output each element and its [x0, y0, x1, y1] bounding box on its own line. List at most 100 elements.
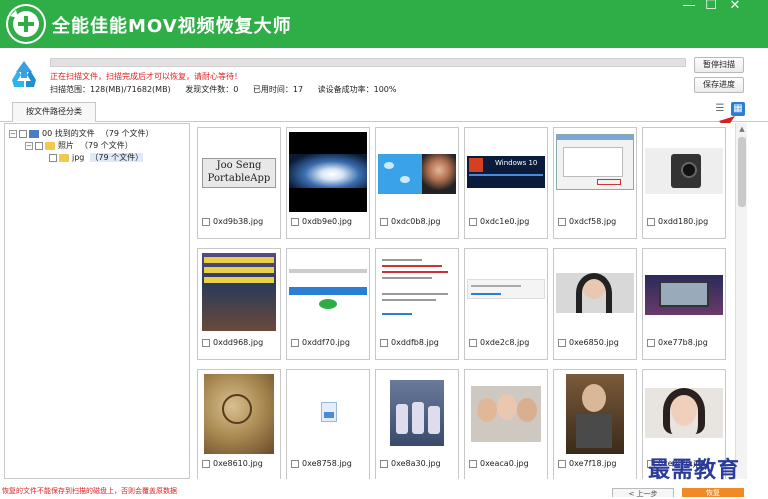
maximize-button[interactable]: ☐ [700, 0, 722, 14]
tree-node-jpg[interactable]: jpg （79 个文件） [49, 152, 144, 164]
file-checkbox[interactable] [469, 217, 477, 226]
scan-progress-fill [51, 59, 685, 66]
bottom-hint: 恢复的文件不能保存到扫描的磁盘上，否则会覆盖原数据 [2, 487, 177, 495]
thumbnail-old-map [200, 374, 278, 454]
file-checkbox[interactable] [291, 338, 299, 347]
bottom-bar: 恢复的文件不能保存到扫描的磁盘上，否则会覆盖原数据 < 上一步 恢复 [0, 486, 768, 498]
file-checkbox[interactable] [380, 459, 388, 468]
file-name: 0xdd968.jpg [213, 338, 264, 347]
file-name: 0xdc0b8.jpg [391, 217, 441, 226]
thumbnail-old-man [556, 374, 634, 454]
file-name: 0xddfb8.jpg [391, 338, 439, 347]
watermark: 最需教育 [648, 457, 741, 483]
scroll-thumb[interactable] [738, 137, 746, 207]
recycle-icon [12, 61, 36, 87]
file-card[interactable]: 0xdd180.jpg [642, 127, 726, 239]
read-success-text: 读设备成功率：100% [317, 85, 397, 94]
scroll-up-icon[interactable]: ▲ [736, 125, 748, 135]
file-checkbox[interactable] [291, 217, 299, 226]
scan-range-text: 扫描范围：128(MB)/71682(MB) [50, 85, 171, 94]
file-card[interactable]: Windows 10 0xdc1e0.jpg [464, 127, 548, 239]
file-card[interactable]: 0xe77b8.jpg [642, 248, 726, 360]
computer-icon [29, 129, 39, 138]
file-checkbox[interactable] [202, 217, 210, 226]
tab-strip: 按文件路径分类 ☰ ▦ [0, 98, 768, 122]
checkbox[interactable] [19, 129, 27, 138]
file-checkbox[interactable] [469, 338, 477, 347]
file-card[interactable]: 0xe6850.jpg [553, 248, 637, 360]
app-title: 全能佳能MOV视频恢复大师 [52, 16, 292, 37]
file-name: 0xd9b38.jpg [213, 217, 264, 226]
thumbnail-selfie [467, 374, 545, 454]
list-view-icon[interactable]: ☰ [713, 102, 727, 116]
collapse-icon[interactable]: − [25, 141, 33, 150]
file-card[interactable]: 0xddf70.jpg [286, 248, 370, 360]
file-name: 0xde2c8.jpg [480, 338, 530, 347]
file-card[interactable]: 0xdb9e0.jpg [286, 127, 370, 239]
file-card[interactable]: 0xe8610.jpg [197, 369, 281, 479]
thumbnail-blank-page [467, 253, 545, 333]
tab-by-file-path[interactable]: 按文件路径分类 [12, 102, 96, 122]
thumbnail-hurricane [289, 132, 367, 212]
thumbnail-twitter [378, 132, 456, 212]
thumbnail-laptop [645, 253, 723, 333]
file-card[interactable]: Joo Seng PortableApp 0xd9b38.jpg [197, 127, 281, 239]
file-name: 0xdc1e0.jpg [480, 217, 530, 226]
file-name: 0xeaca0.jpg [480, 459, 529, 468]
thumbnail-woman-face [645, 374, 723, 454]
pause-scan-button[interactable]: 暂停扫描 [694, 57, 744, 73]
thumbnail-camera [645, 132, 723, 212]
file-checkbox[interactable] [469, 459, 477, 468]
file-card[interactable]: 0xde2c8.jpg [464, 248, 548, 360]
grid-view-icon[interactable]: ▦ [731, 102, 745, 116]
minimize-button[interactable]: — [678, 0, 700, 14]
folder-icon [59, 153, 69, 162]
file-checkbox[interactable] [558, 217, 566, 226]
file-checkbox[interactable] [647, 217, 655, 226]
file-card[interactable]: 0xe8758.jpg [286, 369, 370, 479]
file-card[interactable]: 0xdc0b8.jpg [375, 127, 459, 239]
thumbnail-dialog [556, 132, 634, 212]
checkbox[interactable] [49, 153, 57, 162]
close-button[interactable]: ✕ [724, 0, 746, 14]
file-card[interactable]: 0xeaca0.jpg [464, 369, 548, 479]
file-checkbox[interactable] [202, 459, 210, 468]
tree-node-photos[interactable]: − 照片 （79 个文件） [25, 140, 133, 152]
vertical-scrollbar[interactable]: ▲ [735, 123, 747, 479]
thumbnail-joo-seng: Joo Seng PortableApp [200, 132, 278, 212]
scan-details: 扫描范围：128(MB)/71682(MB) 发现文件数：0 已用时间：17 读… [50, 84, 408, 95]
file-card[interactable]: 0xdd968.jpg [197, 248, 281, 360]
thumbnail-webpage [289, 253, 367, 333]
file-name: 0xe77b8.jpg [658, 338, 708, 347]
file-name: 0xe7f18.jpg [569, 459, 617, 468]
tree-node-root[interactable]: −00 找到的文件 （79 个文件） [9, 128, 153, 140]
back-button[interactable]: < 上一步 [612, 488, 674, 498]
title-bar: 全能佳能MOV视频恢复大师 — ☐ ✕ [0, 0, 768, 48]
save-progress-button[interactable]: 保存进度 [694, 77, 744, 93]
folder-icon [45, 141, 55, 150]
thumbnail-text-document [378, 253, 456, 333]
file-checkbox[interactable] [647, 338, 655, 347]
thumbnail-grid: Joo Seng PortableApp 0xd9b38.jpg 0xdb9e0… [194, 123, 734, 479]
file-name: 0xe8a30.jpg [391, 459, 441, 468]
file-card[interactable]: 0xddfb8.jpg [375, 248, 459, 360]
recover-button[interactable]: 恢复 [682, 488, 744, 497]
file-card[interactable]: 0xdcf58.jpg [553, 127, 637, 239]
thumbnail-woman-portrait [556, 253, 634, 333]
file-checkbox[interactable] [380, 338, 388, 347]
file-checkbox[interactable] [558, 459, 566, 468]
file-checkbox[interactable] [291, 459, 299, 468]
file-name: 0xdd180.jpg [658, 217, 709, 226]
file-checkbox[interactable] [558, 338, 566, 347]
file-card[interactable]: 0xe7f18.jpg [553, 369, 637, 479]
image-placeholder-icon [289, 374, 367, 454]
scan-progress-bar [50, 58, 686, 67]
scan-status-panel: 正在扫描文件，扫描完成后才可以恢复，请耐心等待！ 扫描范围：128(MB)/71… [0, 48, 768, 98]
file-checkbox[interactable] [380, 217, 388, 226]
checkbox[interactable] [35, 141, 43, 150]
app-logo-icon [6, 4, 46, 44]
collapse-icon[interactable]: − [9, 129, 17, 138]
thumbnail-video-poster [200, 253, 278, 333]
file-card[interactable]: 0xe8a30.jpg [375, 369, 459, 479]
file-checkbox[interactable] [202, 338, 210, 347]
